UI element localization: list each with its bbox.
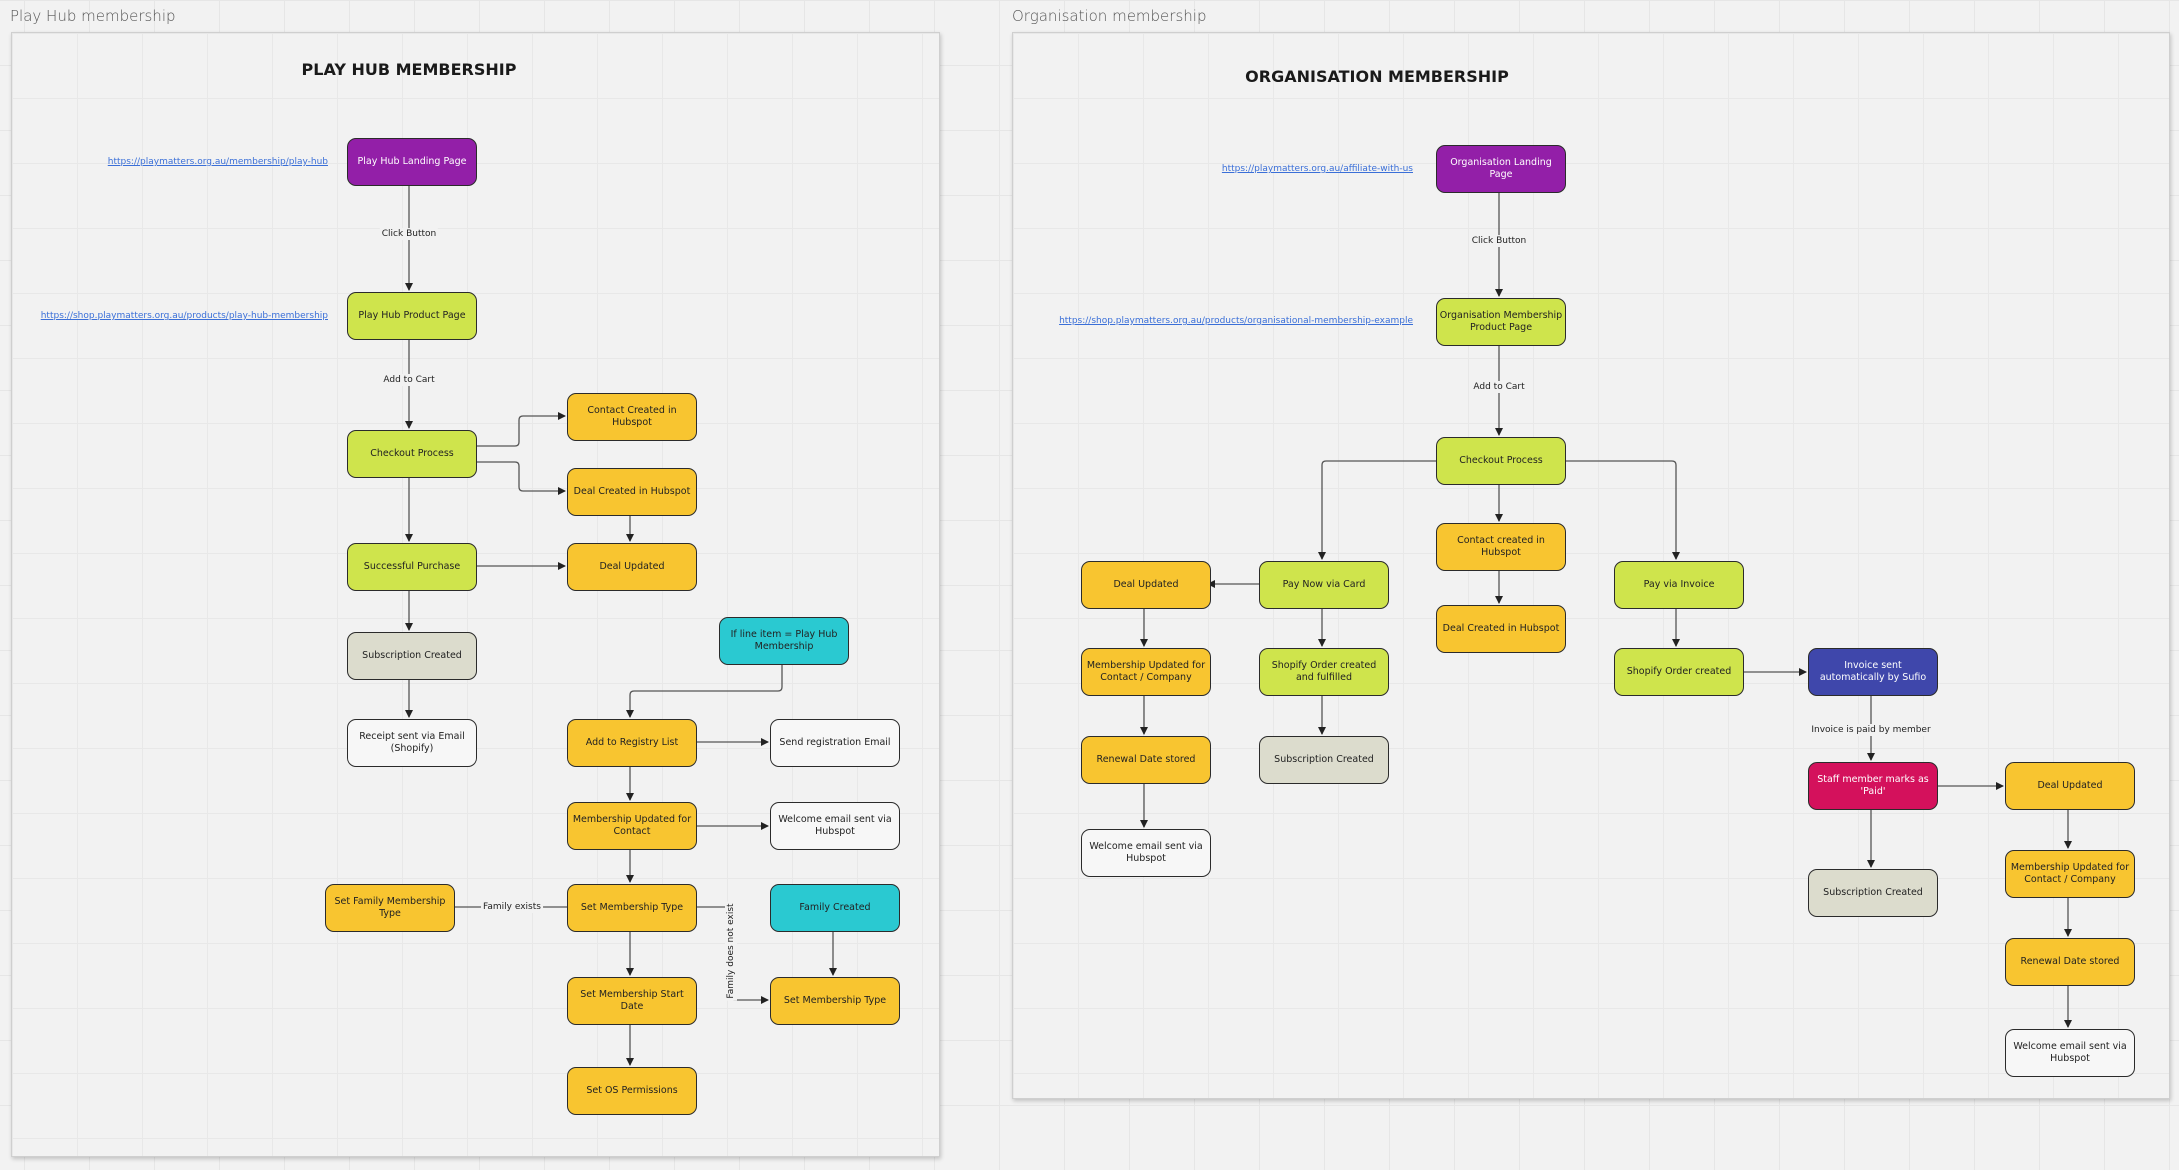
node-add-to-registry[interactable]: Add to Registry List: [567, 719, 697, 767]
node-label: Set Membership Type: [580, 901, 684, 913]
node-label: Pay Now via Card: [1282, 578, 1366, 590]
node-label: Checkout Process: [1459, 454, 1543, 466]
edge-label-org-click-button: Click Button: [1469, 235, 1529, 247]
node-label: Welcome email sent via Hubspot: [2013, 1040, 2127, 1065]
node-org-membership-updated-2[interactable]: Membership Updated for Contact / Company: [2005, 850, 2135, 898]
node-org-invoice-sent[interactable]: Invoice sent automatically by Sufio: [1808, 648, 1938, 696]
node-deal-created[interactable]: Deal Created in Hubspot: [567, 468, 697, 516]
node-label: Play Hub Landing Page: [357, 155, 467, 167]
frame-label-organisation: Organisation membership: [1012, 7, 1207, 25]
node-label: Staff member marks as 'Paid': [1817, 773, 1929, 798]
node-label: Shopify Order created and fulfilled: [1271, 659, 1377, 684]
node-label: Deal Updated: [1113, 578, 1179, 590]
node-org-deal-created[interactable]: Deal Created in Hubspot: [1436, 605, 1566, 653]
node-label: Contact Created in Hubspot: [587, 404, 677, 429]
node-membership-updated[interactable]: Membership Updated for Contact: [567, 802, 697, 850]
node-send-registration-email[interactable]: Send registration Email: [770, 719, 900, 767]
node-set-os-permissions[interactable]: Set OS Permissions: [567, 1067, 697, 1115]
node-org-membership-updated[interactable]: Membership Updated for Contact / Company: [1081, 648, 1211, 696]
node-org-checkout-process[interactable]: Checkout Process: [1436, 437, 1566, 485]
node-label: Organisation Membership Product Page: [1439, 309, 1563, 334]
edge-label-add-to-cart: Add to Cart: [381, 374, 437, 386]
node-label: Deal Updated: [2037, 779, 2103, 791]
node-label: Subscription Created: [1274, 753, 1374, 765]
node-org-subscription-created-2[interactable]: Subscription Created: [1808, 869, 1938, 917]
node-contact-created[interactable]: Contact Created in Hubspot: [567, 393, 697, 441]
node-label: Set Family Membership Type: [334, 895, 446, 920]
node-set-membership-type[interactable]: Set Membership Type: [567, 884, 697, 932]
edge-label-family-exists: Family exists: [481, 901, 543, 913]
node-label: Subscription Created: [362, 649, 462, 661]
node-org-product-page[interactable]: Organisation Membership Product Page: [1436, 298, 1566, 346]
node-subscription-created[interactable]: Subscription Created: [347, 632, 477, 680]
node-org-renewal-date[interactable]: Renewal Date stored: [1081, 736, 1211, 784]
node-org-shopify-order-fulfilled[interactable]: Shopify Order created and fulfilled: [1259, 648, 1389, 696]
node-label: Successful Purchase: [363, 560, 461, 572]
node-label: Membership Updated for Contact: [572, 813, 692, 838]
node-org-contact-created[interactable]: Contact created in Hubspot: [1436, 523, 1566, 571]
node-label: If line item = Play Hub Membership: [730, 628, 838, 653]
node-label: Checkout Process: [370, 447, 454, 459]
node-checkout-process[interactable]: Checkout Process: [347, 430, 477, 478]
node-play-hub-landing-page[interactable]: Play Hub Landing Page: [347, 138, 477, 186]
node-label: Family Created: [799, 901, 871, 913]
node-org-welcome-email-2[interactable]: Welcome email sent via Hubspot: [2005, 1029, 2135, 1077]
link-org-landing-url[interactable]: https://playmatters.org.au/affiliate-wit…: [1222, 164, 1413, 174]
node-label: Pay via Invoice: [1643, 578, 1715, 590]
edge-label-family-not-exist: Family does not exist: [725, 901, 737, 1001]
node-org-welcome-email[interactable]: Welcome email sent via Hubspot: [1081, 829, 1211, 877]
node-play-hub-product-page[interactable]: Play Hub Product Page: [347, 292, 477, 340]
node-set-membership-start-date[interactable]: Set Membership Start Date: [567, 977, 697, 1025]
link-org-product-url[interactable]: https://shop.playmatters.org.au/products…: [1059, 316, 1413, 326]
link-play-hub-product-url[interactable]: https://shop.playmatters.org.au/products…: [41, 311, 328, 321]
node-label: Set OS Permissions: [586, 1084, 678, 1096]
node-if-line-item[interactable]: If line item = Play Hub Membership: [719, 617, 849, 665]
node-org-pay-via-invoice[interactable]: Pay via Invoice: [1614, 561, 1744, 609]
node-label: Set Membership Start Date: [580, 988, 684, 1013]
page-title-play-hub: PLAY HUB MEMBERSHIP: [301, 60, 517, 79]
node-org-subscription-created[interactable]: Subscription Created: [1259, 736, 1389, 784]
node-label: Send registration Email: [779, 736, 891, 748]
node-org-staff-marks-paid[interactable]: Staff member marks as 'Paid': [1808, 762, 1938, 810]
edge-label-invoice-paid: Invoice is paid by member: [1809, 724, 1933, 736]
node-label: Subscription Created: [1823, 886, 1923, 898]
edge-label-click-button: Click Button: [379, 228, 439, 240]
node-org-deal-updated-2[interactable]: Deal Updated: [2005, 762, 2135, 810]
node-set-family-membership-type[interactable]: Set Family Membership Type: [325, 884, 455, 932]
node-label: Add to Registry List: [585, 736, 679, 748]
frame-label-play-hub: Play Hub membership: [10, 7, 176, 25]
node-label: Shopify Order created: [1626, 665, 1732, 677]
node-successful-purchase[interactable]: Successful Purchase: [347, 543, 477, 591]
node-receipt-sent[interactable]: Receipt sent via Email (Shopify): [347, 719, 477, 767]
link-play-hub-landing-url[interactable]: https://playmatters.org.au/membership/pl…: [108, 157, 328, 167]
node-label: Deal Created in Hubspot: [573, 485, 691, 497]
node-org-pay-now-card[interactable]: Pay Now via Card: [1259, 561, 1389, 609]
node-label: Deal Updated: [599, 560, 665, 572]
node-label: Deal Created in Hubspot: [1442, 622, 1560, 634]
edge-label-org-add-to-cart: Add to Cart: [1471, 381, 1527, 393]
node-label: Welcome email sent via Hubspot: [1089, 840, 1203, 865]
node-set-membership-type-2[interactable]: Set Membership Type: [770, 977, 900, 1025]
node-org-renewal-date-2[interactable]: Renewal Date stored: [2005, 938, 2135, 986]
node-label: Contact created in Hubspot: [1457, 534, 1545, 559]
node-label: Set Membership Type: [783, 994, 887, 1006]
node-deal-updated[interactable]: Deal Updated: [567, 543, 697, 591]
node-label: Membership Updated for Contact / Company: [2010, 861, 2130, 886]
node-label: Renewal Date stored: [2020, 955, 2120, 967]
page-title-organisation: ORGANISATION MEMBERSHIP: [1245, 67, 1509, 86]
node-org-deal-updated[interactable]: Deal Updated: [1081, 561, 1211, 609]
node-label: Invoice sent automatically by Sufio: [1819, 659, 1927, 684]
node-label: Renewal Date stored: [1096, 753, 1196, 765]
node-label: Welcome email sent via Hubspot: [778, 813, 892, 838]
node-label: Play Hub Product Page: [358, 309, 466, 321]
node-label: Organisation Landing Page: [1450, 156, 1552, 181]
node-label: Membership Updated for Contact / Company: [1086, 659, 1206, 684]
node-org-shopify-order-created[interactable]: Shopify Order created: [1614, 648, 1744, 696]
node-org-landing-page[interactable]: Organisation Landing Page: [1436, 145, 1566, 193]
node-welcome-email[interactable]: Welcome email sent via Hubspot: [770, 802, 900, 850]
node-family-created[interactable]: Family Created: [770, 884, 900, 932]
node-label: Receipt sent via Email (Shopify): [359, 730, 465, 755]
